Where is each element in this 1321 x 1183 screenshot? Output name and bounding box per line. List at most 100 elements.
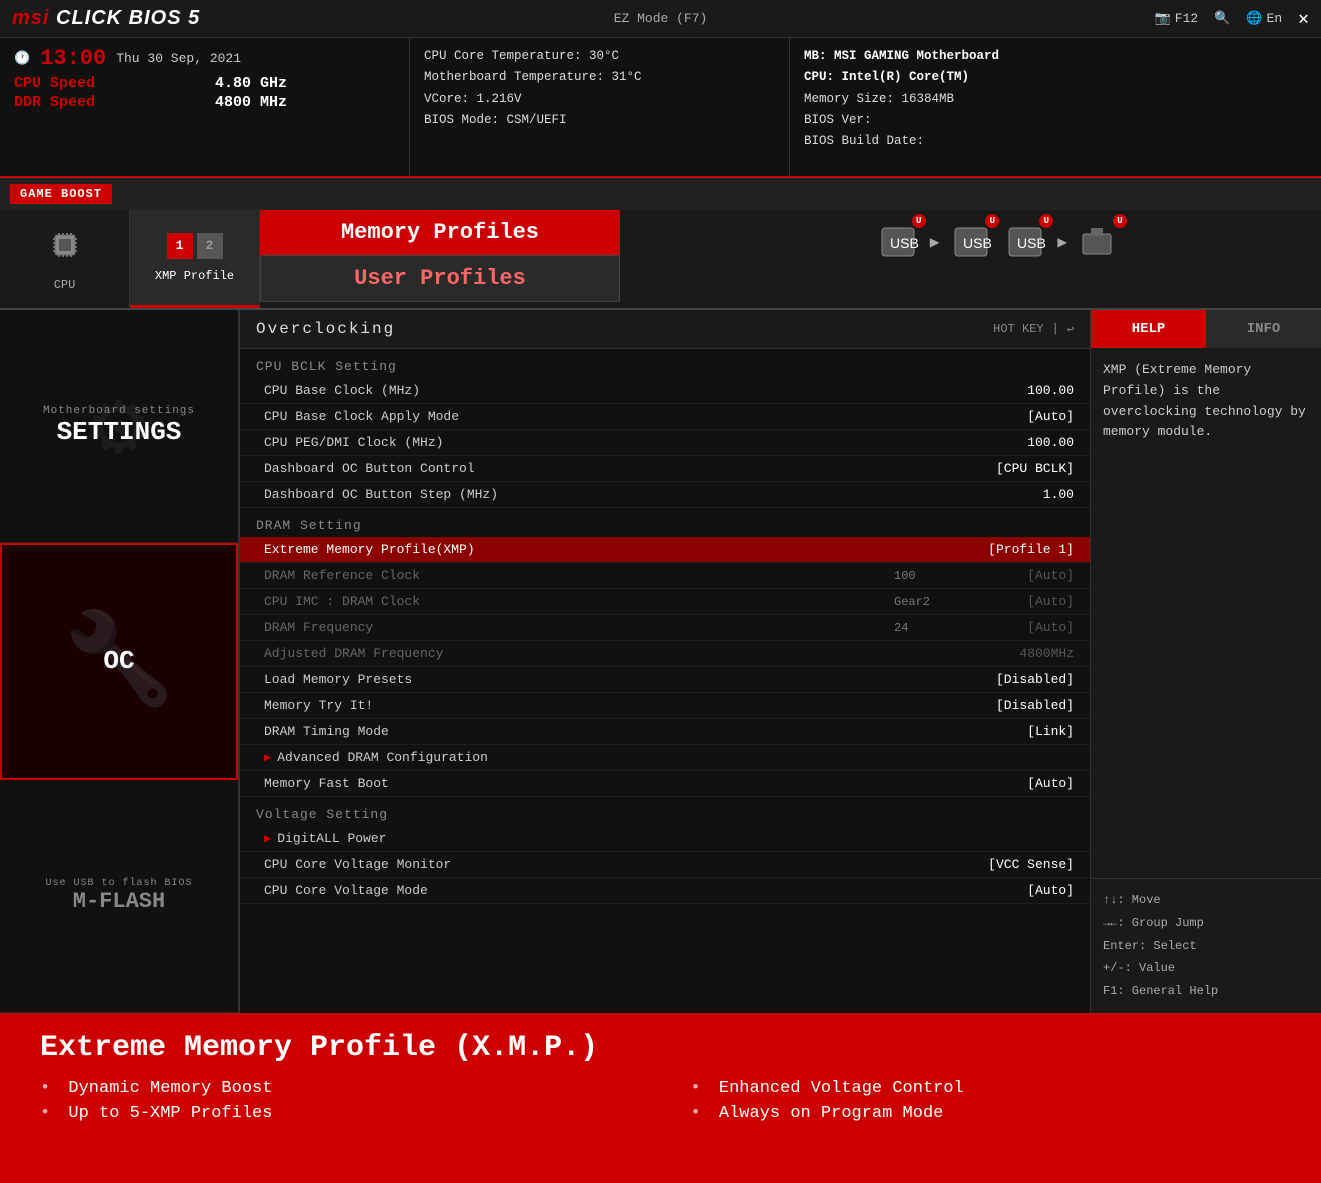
screenshot-button[interactable]: 📷 F12 (1155, 11, 1199, 26)
feature-3: • Enhanced Voltage Control (691, 1079, 1282, 1098)
cpu-speed-label: CPU Speed (14, 75, 203, 92)
oc-header: Overclocking HOT KEY | ↩ (240, 310, 1090, 349)
header-right: MB: MSI GAMING Motherboard CPU: Intel(R)… (790, 38, 1321, 176)
time-display: 13:00 (40, 46, 106, 71)
tab-cpu-label: CPU (54, 278, 76, 292)
bullet-3: • (691, 1079, 701, 1098)
feature-1: • Dynamic Memory Boost (40, 1079, 631, 1098)
msi-logo: msi CLICK BIOS 5 (12, 7, 200, 30)
arrow-icon-1: ▶ (930, 232, 940, 252)
header-mid: CPU Core Temperature: 30°C Motherboard T… (410, 38, 790, 176)
vcore: VCore: 1.216V (424, 89, 775, 110)
settings-sub-label: Motherboard settings (43, 405, 195, 417)
key-value: +/-: Value (1103, 957, 1309, 980)
help-keys: ↑↓: Move →←: Group Jump Enter: Select +/… (1091, 878, 1321, 1013)
main-content: ⚙ Motherboard settings SETTINGS 🔧 OC Use… (0, 310, 1321, 1013)
row-cpu-peg-dmi[interactable]: CPU PEG/DMI Clock (MHz) 100.00 (240, 430, 1090, 456)
key-move: ↑↓: Move (1103, 889, 1309, 912)
xmp-numbers: 1 2 (167, 233, 223, 259)
row-mem-fast-boot[interactable]: Memory Fast Boot [Auto] (240, 771, 1090, 797)
row-adv-dram-config[interactable]: ▶ Advanced DRAM Configuration (240, 745, 1090, 771)
xmp-num-2[interactable]: 2 (197, 233, 223, 259)
bios-build: BIOS Build Date: (804, 131, 1307, 152)
usb-badge-1: U (912, 214, 926, 228)
tab-info[interactable]: INFO (1206, 310, 1321, 348)
section-voltage: Voltage Setting (240, 797, 1090, 826)
hotkey-separator: | (1052, 322, 1059, 336)
ez-mode-button[interactable]: EZ Mode (F7) (614, 11, 708, 26)
clock-icon: 🕐 (14, 51, 30, 66)
feature-4: • Always on Program Mode (691, 1104, 1282, 1123)
mb-info: MB: MSI GAMING Motherboard (804, 46, 1307, 67)
xmp-num-1[interactable]: 1 (167, 233, 193, 259)
expand-arrow-2: ▶ (264, 831, 271, 846)
row-load-mem-presets[interactable]: Load Memory Presets [Disabled] (240, 667, 1090, 693)
sidebar-item-oc[interactable]: 🔧 OC (0, 543, 238, 779)
top-bar: msi CLICK BIOS 5 EZ Mode (F7) 📷 F12 🔍 🌐 … (0, 0, 1321, 38)
bullet-1: • (40, 1079, 50, 1098)
feature-2: • Up to 5-XMP Profiles (40, 1104, 631, 1123)
bottom-features: • Dynamic Memory Boost • Enhanced Voltag… (40, 1079, 1281, 1123)
bottom-title: Extreme Memory Profile (X.M.P.) (40, 1031, 1281, 1065)
row-cpu-base-clock[interactable]: CPU Base Clock (MHz) 100.00 (240, 378, 1090, 404)
row-cpu-core-volt-monitor[interactable]: CPU Core Voltage Monitor [VCC Sense] (240, 852, 1090, 878)
date-display: Thu 30 Sep, 2021 (116, 51, 241, 66)
help-info-tabs: HELP INFO (1091, 310, 1321, 348)
user-profiles-button[interactable]: User Profiles (260, 255, 620, 302)
key-select: Enter: Select (1103, 935, 1309, 958)
usb-badge-4: U (1113, 214, 1127, 228)
language-button[interactable]: 🌐 En (1246, 11, 1282, 26)
row-adj-dram-freq: Adjusted DRAM Frequency 4800MHz (240, 641, 1090, 667)
tab-xmp-label: XMP Profile (155, 269, 234, 283)
usb-icon-2[interactable]: U USB (949, 220, 993, 264)
usb-badge-3: U (1039, 214, 1053, 228)
tab-help[interactable]: HELP (1091, 310, 1206, 348)
cpu-speed-value: 4.80 GHz (215, 75, 395, 92)
usb-icon-3[interactable]: U USB (1003, 220, 1047, 264)
camera-icon: 📷 (1155, 11, 1171, 26)
svg-text:USB: USB (890, 235, 919, 251)
usb-icon-1[interactable]: U USB (876, 220, 920, 264)
search-button[interactable]: 🔍 (1214, 11, 1230, 26)
header-info: 🕐 13:00 Thu 30 Sep, 2021 CPU Speed 4.80 … (0, 38, 1321, 178)
close-button[interactable]: ✕ (1298, 8, 1309, 30)
row-cpu-base-clock-mode[interactable]: CPU Base Clock Apply Mode [Auto] (240, 404, 1090, 430)
usb-icon-4[interactable]: U (1077, 220, 1121, 264)
svg-text:USB: USB (1017, 235, 1046, 251)
oc-title-label: Overclocking (256, 320, 395, 338)
section-dram: DRAM Setting (240, 508, 1090, 537)
search-icon: 🔍 (1214, 11, 1230, 26)
sidebar: ⚙ Motherboard settings SETTINGS 🔧 OC Use… (0, 310, 240, 1013)
hotkey-label: HOT KEY (993, 322, 1043, 336)
key-group-jump: →←: Group Jump (1103, 912, 1309, 935)
right-panel: HELP INFO XMP (Extreme Memory Profile) i… (1091, 310, 1321, 1013)
row-dram-freq[interactable]: DRAM Frequency 24 [Auto] (240, 615, 1090, 641)
row-digitall-power[interactable]: ▶ DigitALL Power (240, 826, 1090, 852)
top-bar-right: 📷 F12 🔍 🌐 En ✕ (1155, 8, 1309, 30)
row-dram-ref-clock[interactable]: DRAM Reference Clock 100 [Auto] (240, 563, 1090, 589)
ddr-speed-label: DDR Speed (14, 94, 203, 111)
bios-ver: BIOS Ver: (804, 110, 1307, 131)
speed-grid: CPU Speed 4.80 GHz DDR Speed 4800 MHz (14, 75, 395, 111)
profile-dropdown: Memory Profiles User Profiles (260, 210, 620, 302)
row-memory-try-it[interactable]: Memory Try It! [Disabled] (240, 693, 1090, 719)
usb-icons-row: U USB ▶ U USB U USB ▶ U (876, 220, 1121, 264)
ddr-speed-value: 4800 MHz (215, 94, 395, 111)
memory-profiles-button[interactable]: Memory Profiles (260, 210, 620, 255)
row-cpu-core-volt-mode[interactable]: CPU Core Voltage Mode [Auto] (240, 878, 1090, 904)
row-dram-timing[interactable]: DRAM Timing Mode [Link] (240, 719, 1090, 745)
header-left: 🕐 13:00 Thu 30 Sep, 2021 CPU Speed 4.80 … (0, 38, 410, 176)
row-dashboard-oc-control[interactable]: Dashboard OC Button Control [CPU BCLK] (240, 456, 1090, 482)
row-cpu-imc-dram[interactable]: CPU IMC : DRAM Clock Gear2 [Auto] (240, 589, 1090, 615)
tab-cpu[interactable]: CPU (0, 210, 130, 308)
row-dashboard-oc-step[interactable]: Dashboard OC Button Step (MHz) 1.00 (240, 482, 1090, 508)
row-xmp[interactable]: Extreme Memory Profile(XMP) [Profile 1] (240, 537, 1090, 563)
sidebar-item-mflash[interactable]: Use USB to flash BIOS M-FLASH (0, 780, 238, 1013)
cpu-temp: CPU Core Temperature: 30°C (424, 46, 775, 67)
game-boost-label[interactable]: GAME BOOST (10, 184, 112, 204)
tab-xmp[interactable]: 1 2 XMP Profile (130, 210, 260, 308)
key-help: F1: General Help (1103, 980, 1309, 1003)
sidebar-item-settings[interactable]: ⚙ Motherboard settings SETTINGS (0, 310, 238, 543)
back-icon[interactable]: ↩ (1067, 322, 1074, 337)
center-content: Overclocking HOT KEY | ↩ CPU BCLK Settin… (240, 310, 1091, 1013)
